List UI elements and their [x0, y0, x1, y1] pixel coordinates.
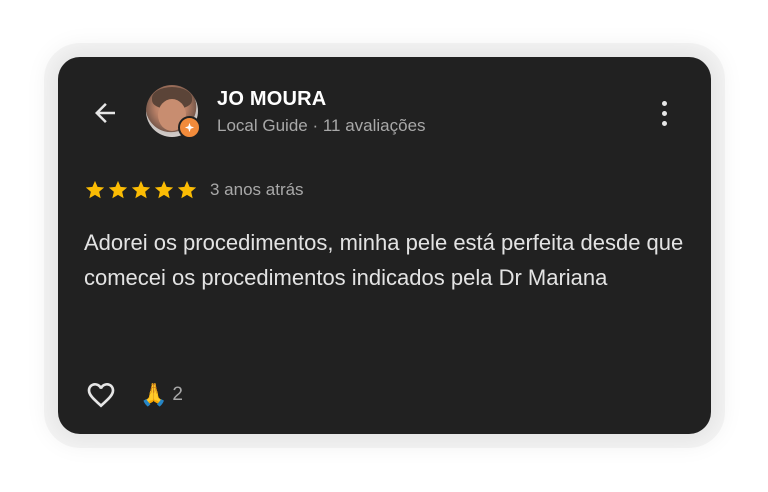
- author-name[interactable]: JO MOURA: [217, 88, 326, 111]
- rating-row: 3 anos atrás: [84, 179, 304, 201]
- avatar[interactable]: [146, 85, 201, 139]
- heart-outline-icon[interactable]: [84, 379, 118, 411]
- author-meta[interactable]: Local Guide · 11 avaliações: [217, 116, 426, 136]
- back-arrow-icon[interactable]: [90, 98, 120, 128]
- back-button[interactable]: [85, 93, 125, 133]
- praying-hands-icon: 🙏: [140, 382, 168, 407]
- star-icon: [154, 180, 174, 199]
- star-icon: [108, 180, 128, 199]
- review-text: Adorei os procedimentos, minha pele está…: [84, 230, 684, 290]
- star-icon: [177, 180, 197, 199]
- more-vert-icon[interactable]: [661, 100, 667, 106]
- reaction-button[interactable]: 🙏 2: [140, 381, 183, 409]
- reaction-count: 2: [172, 384, 183, 405]
- star-rating: [84, 179, 198, 201]
- review-time: 3 anos atrás: [210, 180, 304, 199]
- review-card: JO MOURA Local Guide · 11 avaliações 3 a…: [58, 57, 711, 434]
- local-guide-badge-icon: [178, 116, 201, 139]
- star-icon: [131, 180, 151, 199]
- star-icon: [85, 180, 105, 199]
- like-button[interactable]: [84, 379, 120, 413]
- more-options-button[interactable]: [652, 95, 676, 131]
